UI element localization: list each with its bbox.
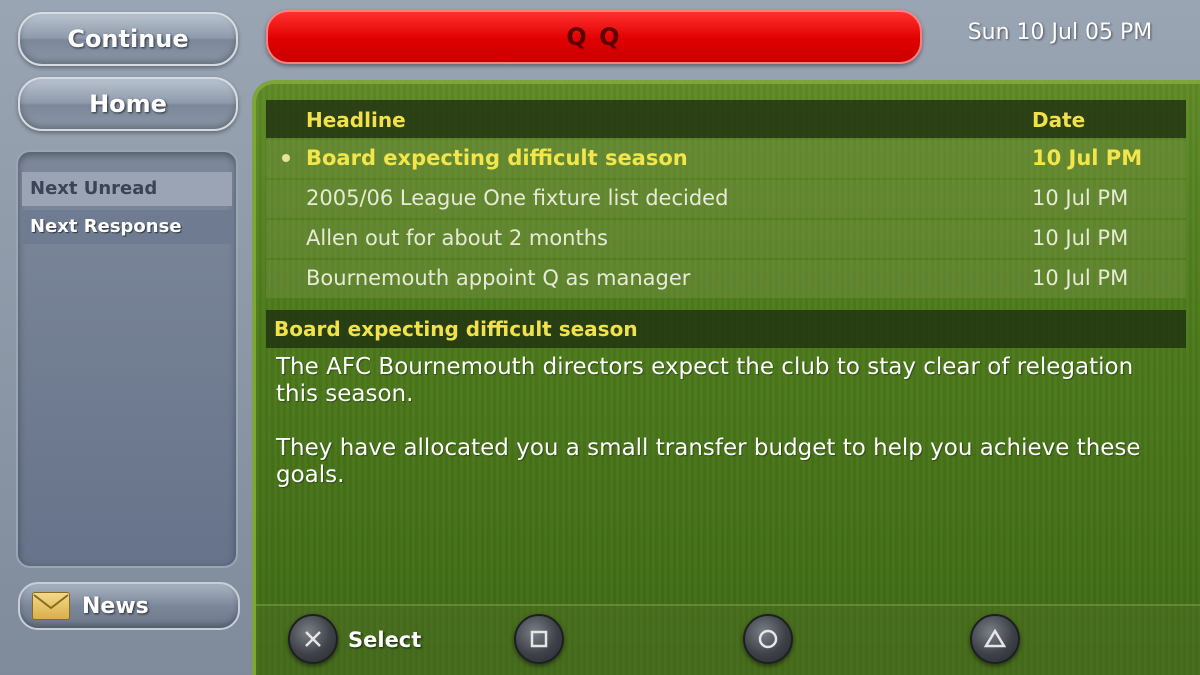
row-date: 10 Jul PM <box>1032 146 1143 170</box>
story-paragraph: They have allocated you a small transfer… <box>276 435 1141 488</box>
game-date: Sun 10 Jul 05 PM <box>967 20 1153 45</box>
date-column-header: Date <box>1032 108 1086 132</box>
table-row[interactable]: 2005/06 League One fixture list decided … <box>266 180 1186 218</box>
triangle-icon <box>983 628 1007 648</box>
circle-icon <box>758 629 778 649</box>
table-row[interactable]: Board expecting difficult season 10 Jul … <box>266 140 1186 178</box>
triangle-button[interactable] <box>970 614 1020 664</box>
row-date: 10 Jul PM <box>1032 186 1129 210</box>
home-button[interactable]: Home <box>18 77 238 131</box>
envelope-icon <box>32 592 70 620</box>
continue-button[interactable]: Continue <box>18 12 238 66</box>
news-table: Headline Date Board expecting difficult … <box>266 100 1186 298</box>
sidebar-item-next-response[interactable]: Next Response <box>22 210 232 244</box>
square-icon <box>530 630 548 648</box>
page-title: Q Q <box>566 23 622 51</box>
headline-column-header: Headline <box>306 108 406 132</box>
cross-button[interactable] <box>288 614 338 664</box>
news-button[interactable]: News <box>18 582 240 630</box>
circle-button[interactable] <box>743 614 793 664</box>
row-headline: Board expecting difficult season <box>306 146 688 170</box>
table-header: Headline Date <box>266 100 1186 138</box>
controller-button-bar: Select <box>256 604 1200 675</box>
selected-bullet-icon <box>282 154 290 162</box>
row-date: 10 Jul PM <box>1032 266 1129 290</box>
table-row[interactable]: Bournemouth appoint Q as manager 10 Jul … <box>266 260 1186 298</box>
sidebar-item-next-unread[interactable]: Next Unread <box>22 172 232 206</box>
select-label: Select <box>348 628 422 652</box>
story-title: Board expecting difficult season <box>266 310 1186 348</box>
row-date: 10 Jul PM <box>1032 226 1129 250</box>
row-headline: Allen out for about 2 months <box>306 226 608 250</box>
story-body: The AFC Bournemouth directors expect the… <box>276 354 1156 516</box>
cross-icon <box>305 631 321 647</box>
news-label: News <box>82 593 149 619</box>
row-headline: Bournemouth appoint Q as manager <box>306 266 691 290</box>
manager-title-bar: Q Q <box>266 10 922 64</box>
news-panel: Headline Date Board expecting difficult … <box>252 80 1200 675</box>
sidebar-panel: Next Unread Next Response <box>16 150 238 568</box>
story-paragraph: The AFC Bournemouth directors expect the… <box>276 354 1134 407</box>
table-row[interactable]: Allen out for about 2 months 10 Jul PM <box>266 220 1186 258</box>
row-headline: 2005/06 League One fixture list decided <box>306 186 729 210</box>
square-button[interactable] <box>514 614 564 664</box>
